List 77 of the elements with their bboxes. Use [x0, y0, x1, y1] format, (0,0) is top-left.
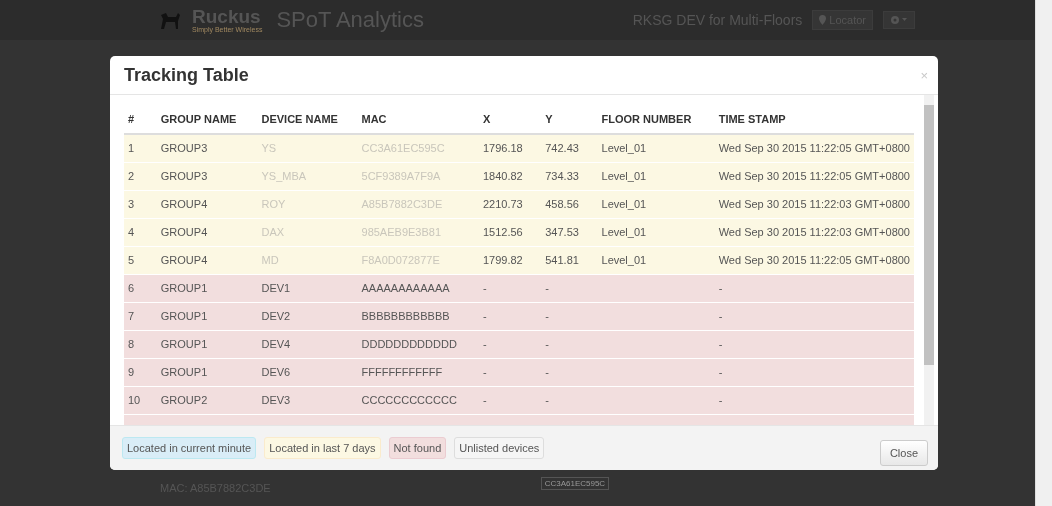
- table-cell: -: [541, 358, 598, 386]
- table-cell: -: [541, 330, 598, 358]
- table-cell: 1796.18: [478, 134, 542, 162]
- legend-badge: Located in last 7 days: [264, 437, 381, 459]
- table-cell: -: [714, 330, 914, 358]
- table-cell: GROUP1: [156, 274, 258, 302]
- table-cell: DEV3: [257, 386, 358, 414]
- table-cell: 1: [124, 134, 157, 162]
- table-cell: -: [541, 386, 598, 414]
- page-scrollbar[interactable]: [1035, 0, 1052, 506]
- table-cell: Wed Sep 30 2015 11:22:05 GMT+0800: [714, 246, 914, 274]
- table-cell: -: [478, 274, 542, 302]
- table-cell: -: [478, 386, 542, 414]
- table-cell: GROUP3: [156, 134, 258, 162]
- table-cell: GROUP3: [156, 162, 258, 190]
- table-cell: -: [541, 274, 598, 302]
- table-cell: DEV2: [257, 302, 358, 330]
- table-cell: Level_01: [597, 162, 715, 190]
- table-cell: -: [541, 302, 598, 330]
- table-cell: 4: [124, 218, 157, 246]
- table-cell: GROUP1: [156, 358, 258, 386]
- table-cell: 458.56: [541, 190, 598, 218]
- table-cell: 347.53: [541, 218, 598, 246]
- table-cell: 7: [124, 302, 157, 330]
- table-cell: -: [478, 330, 542, 358]
- table-cell: -: [478, 358, 542, 386]
- legend-badge: Located in current minute: [122, 437, 257, 459]
- table-cell: 9: [124, 358, 157, 386]
- table-cell: 734.33: [541, 162, 598, 190]
- table-cell: Wed Sep 30 2015 11:22:05 GMT+0800: [714, 134, 914, 162]
- table-cell: AAAAAAAAAAAA: [357, 274, 479, 302]
- table-cell: 6: [124, 274, 157, 302]
- table-cell: GROUP4: [156, 246, 258, 274]
- table-cell: -: [714, 274, 914, 302]
- table-cell: 10: [124, 386, 157, 414]
- table-cell: Level_01: [597, 246, 715, 274]
- table-cell: 1512.56: [478, 218, 542, 246]
- table-cell: GROUP2: [156, 386, 258, 414]
- table-cell: FFFFFFFFFFFF: [357, 358, 479, 386]
- table-cell: GROUP4: [156, 190, 258, 218]
- table-cell: 1799.82: [478, 246, 542, 274]
- table-cell: GROUP1: [156, 330, 258, 358]
- table-cell: DEV4: [257, 330, 358, 358]
- close-button[interactable]: Close: [879, 440, 928, 466]
- table-cell: Level_01: [597, 134, 715, 162]
- map-device-tag: CC3A61EC595C: [540, 477, 610, 490]
- table-cell: 742.43: [541, 134, 598, 162]
- table-cell: GROUP1: [156, 302, 258, 330]
- table-cell: 541.81: [541, 246, 598, 274]
- scrollbar[interactable]: [924, 95, 934, 425]
- table-cell: 8: [124, 330, 157, 358]
- table-cell: 2210.73: [478, 190, 542, 218]
- table-cell: -: [714, 302, 914, 330]
- dialog-title: Tracking Table: [124, 64, 249, 86]
- settings-button[interactable]: [883, 11, 915, 29]
- settings-icon: [890, 15, 908, 25]
- table-cell: 3: [124, 190, 157, 218]
- map-pin-icon: [819, 15, 827, 25]
- table-cell: 5: [124, 246, 157, 274]
- table-cell: Wed Sep 30 2015 11:22:03 GMT+0800: [714, 218, 914, 246]
- table-cell: -: [478, 302, 542, 330]
- table-cell: CCCCCCCCCCCC: [357, 386, 479, 414]
- table-cell: DEV1: [257, 274, 358, 302]
- table-cell: Wed Sep 30 2015 11:22:05 GMT+0800: [714, 162, 914, 190]
- table-cell: 1840.82: [478, 162, 542, 190]
- table-cell: -: [714, 386, 914, 414]
- table-cell: DEV6: [257, 358, 358, 386]
- table-cell: Level_01: [597, 190, 715, 218]
- table-cell: GROUP4: [156, 218, 258, 246]
- table-cell: Wed Sep 30 2015 11:22:03 GMT+0800: [714, 190, 914, 218]
- table-cell: BBBBBBBBBBBB: [357, 302, 479, 330]
- table-cell: Level_01: [597, 218, 715, 246]
- table-cell: 2: [124, 162, 157, 190]
- legend-badge: Not found: [388, 437, 447, 459]
- table-cell: -: [714, 358, 914, 386]
- table-cell: DDDDDDDDDDDD: [357, 330, 479, 358]
- legend-badge: Unlisted devices: [454, 437, 545, 459]
